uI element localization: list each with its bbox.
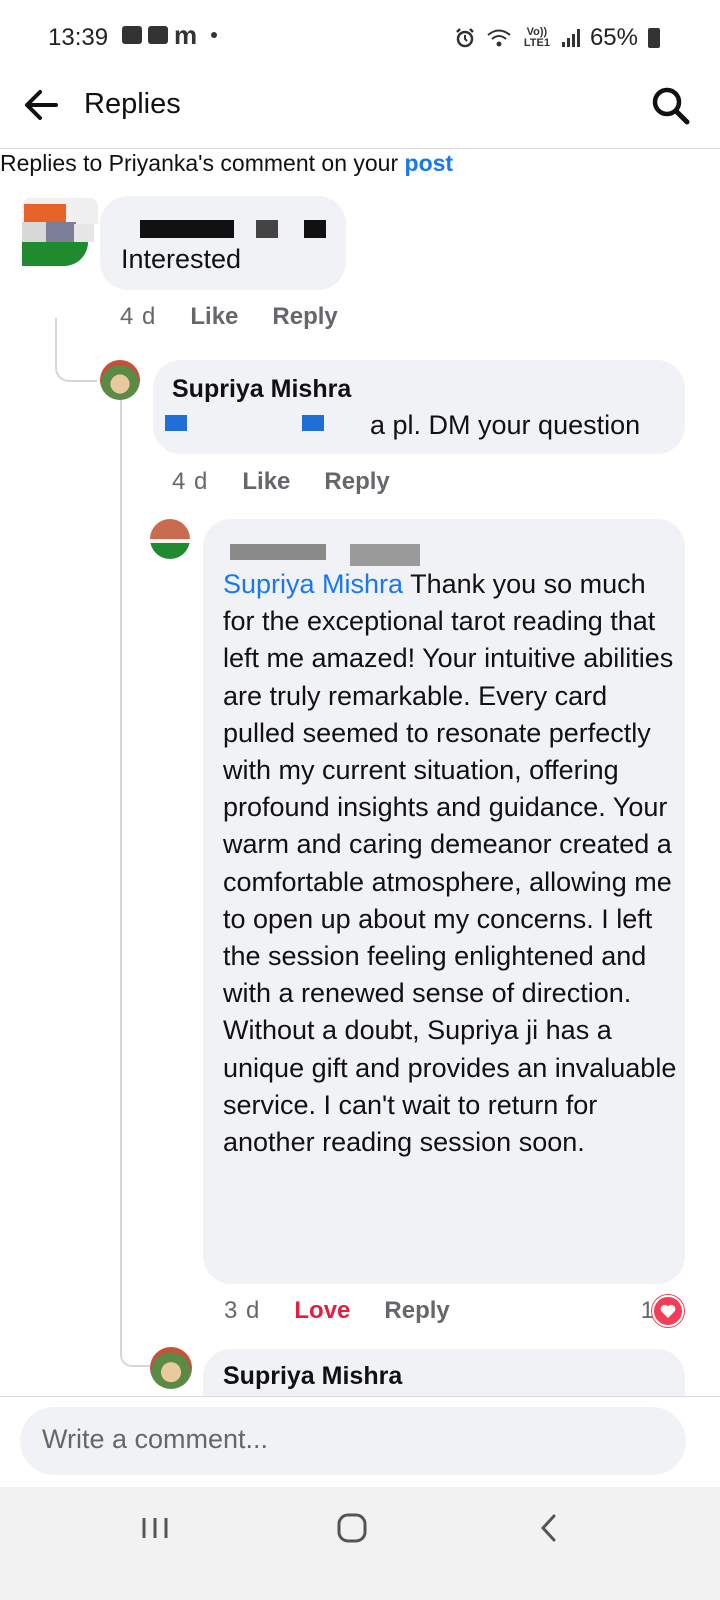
signal-icon [561, 29, 580, 47]
comment-time: 4 d [120, 303, 157, 330]
network-type-label: Vo)) LTE1 [523, 26, 550, 49]
thread-connector [120, 940, 150, 1367]
redacted-text [302, 415, 324, 431]
replies-context-text: Replies to Priyanka's comment on your [0, 150, 405, 176]
redacted-name [350, 544, 420, 566]
back-arrow-icon[interactable] [20, 83, 64, 127]
redacted-name [304, 220, 326, 238]
battery-icon [648, 28, 660, 48]
comment-time: 4 d [172, 468, 209, 495]
replies-context: Replies to Priyanka's comment on your po… [0, 150, 453, 177]
comment-author[interactable]: Supriya Mishra [172, 375, 351, 404]
comment-author[interactable]: Supriya Mishra [223, 1362, 402, 1391]
comment-actions: 4 d Like Reply [172, 468, 390, 496]
comment-actions: 4 d Like Reply [120, 303, 338, 331]
mention-link[interactable]: Supriya Mishra [223, 569, 403, 599]
avatar[interactable] [150, 1347, 192, 1389]
wifi-icon [487, 29, 511, 47]
back-icon[interactable] [534, 1510, 564, 1546]
like-button[interactable]: Like [242, 468, 290, 496]
post-link[interactable]: post [405, 150, 454, 176]
comment-actions: 3 d Love Reply [224, 1297, 450, 1325]
comment-text: Interested [121, 244, 242, 274]
alarm-icon [456, 28, 474, 48]
recents-icon[interactable] [135, 1512, 175, 1544]
avatar[interactable] [150, 519, 190, 559]
avatar[interactable] [100, 360, 140, 400]
comment-bubble [100, 196, 346, 290]
love-reaction-button[interactable]: Love [294, 1297, 350, 1325]
thread-connector [120, 400, 122, 940]
youtube-icon [148, 26, 168, 44]
heart-icon[interactable] [652, 1295, 684, 1327]
comment-text: a pl. DM your question [370, 410, 641, 440]
redacted-name [230, 544, 326, 560]
thread-connector [55, 318, 97, 382]
battery-percent: 65% [589, 24, 638, 51]
more-notifications-dot-icon [211, 32, 218, 38]
status-time: 13:39 [48, 24, 109, 51]
redacted-name [256, 220, 278, 238]
gallery-icon [122, 26, 142, 44]
redacted-name [140, 220, 234, 238]
status-system-icons: Vo)) LTE1 65% [454, 24, 660, 52]
status-notification-icons: m [122, 20, 218, 50]
home-icon[interactable] [334, 1510, 370, 1546]
avatar[interactable] [22, 198, 98, 274]
comment-body: Thank you so much for the exceptional ta… [223, 569, 677, 1158]
notification-letter: m [174, 20, 198, 50]
page-title: Replies [84, 88, 181, 120]
like-button[interactable]: Like [190, 303, 238, 331]
comment-text: Supriya Mishra Thank you so much for the… [223, 566, 678, 1161]
reply-button[interactable]: Reply [272, 303, 337, 331]
redacted-text [165, 415, 187, 431]
reply-button[interactable]: Reply [384, 1297, 449, 1325]
search-icon[interactable] [648, 83, 692, 127]
comment-time: 3 d [224, 1297, 261, 1324]
reply-button[interactable]: Reply [324, 468, 389, 496]
comment-input-placeholder: Write a comment... [42, 1424, 269, 1454]
